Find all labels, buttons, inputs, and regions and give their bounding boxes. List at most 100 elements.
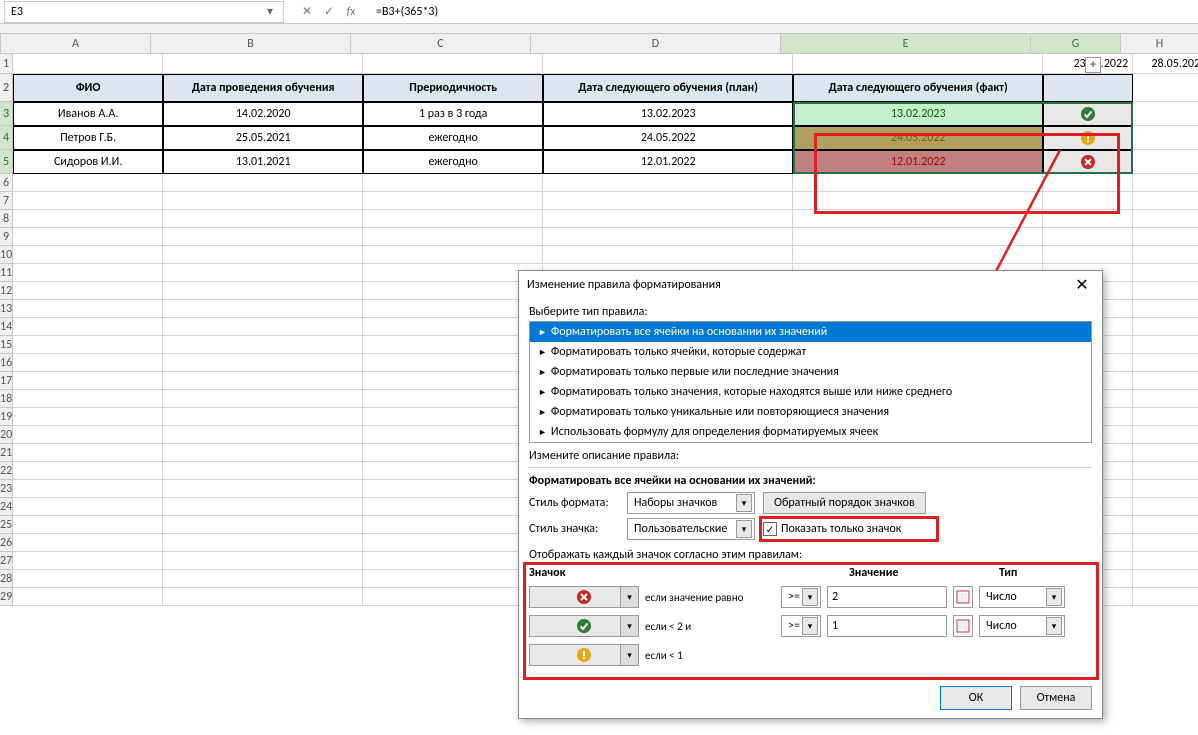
cell-C14[interactable] [363,318,543,336]
cell-B20[interactable] [163,426,363,444]
cell-A8[interactable] [13,210,163,228]
cell-A7[interactable] [13,192,163,210]
cell-C26[interactable] [363,534,543,552]
cell-E7[interactable] [793,192,1043,210]
row-header-9[interactable]: 9 [0,228,13,246]
rule-type-item[interactable]: ►Форматировать все ячейки на основании и… [530,322,1091,342]
cell-A26[interactable] [13,534,163,552]
cell-A29[interactable] [13,588,163,606]
cell-B1[interactable] [163,54,363,74]
name-box[interactable]: E3 ▾ [4,1,284,23]
cell-A4[interactable]: Петров Г.Б. [13,126,163,150]
cell-B10[interactable] [163,246,363,264]
cell-H27[interactable] [1133,552,1198,570]
cell-A11[interactable] [13,264,163,282]
cell-C21[interactable] [363,444,543,462]
cell-H28[interactable] [1133,570,1198,588]
cell-G10[interactable] [1043,246,1133,264]
cell-B21[interactable] [163,444,363,462]
value-input[interactable]: 2 [827,586,947,608]
cell-B9[interactable] [163,228,363,246]
cell-H6[interactable] [1133,174,1198,192]
cell-A22[interactable] [13,462,163,480]
row-header-13[interactable]: 13 [0,300,13,318]
cell-A27[interactable] [13,552,163,570]
cell-H13[interactable] [1133,300,1198,318]
cell-A21[interactable] [13,444,163,462]
value-input[interactable]: 1 [827,615,947,637]
cell-D9[interactable] [543,228,793,246]
cell-D7[interactable] [543,192,793,210]
cell-C13[interactable] [363,300,543,318]
row-header-8[interactable]: 8 [0,210,13,228]
cell-G5[interactable] [1043,150,1133,174]
row-header-29[interactable]: 29 [0,588,13,606]
chevron-down-icon[interactable]: ▾ [1046,617,1062,635]
row-header-19[interactable]: 19 [0,408,13,426]
cell-A19[interactable] [13,408,163,426]
cell-A16[interactable] [13,354,163,372]
cell-B12[interactable] [163,282,363,300]
cell-B24[interactable] [163,498,363,516]
cell-A6[interactable] [13,174,163,192]
cell-C20[interactable] [363,426,543,444]
cell-E5[interactable]: 12.01.2022 [793,150,1043,174]
cell-H16[interactable] [1133,354,1198,372]
cell-C28[interactable] [363,570,543,588]
cell-A3[interactable]: Иванов А.А. [13,102,163,126]
cell-H1[interactable]: 28.05.2022 [1133,54,1198,74]
cell-E8[interactable] [793,210,1043,228]
style-format-combo[interactable]: Наборы значков ▾ [627,492,755,514]
operator-combo[interactable]: >= ▾ [781,615,821,637]
chevron-down-icon[interactable]: ▾ [620,587,638,607]
range-picker-icon[interactable] [953,586,973,608]
ok-button[interactable]: ОК [940,686,1012,710]
cell-C27[interactable] [363,552,543,570]
cell-G4[interactable] [1043,126,1133,150]
cell-C22[interactable] [363,462,543,480]
cell-G3[interactable] [1043,102,1133,126]
row-header-16[interactable]: 16 [0,354,13,372]
cell-C15[interactable] [363,336,543,354]
cell-H11[interactable] [1133,264,1198,282]
cell-H2[interactable] [1133,74,1198,102]
cell-B14[interactable] [163,318,363,336]
cell-C12[interactable] [363,282,543,300]
cell-C4[interactable]: ежегодно [363,126,543,150]
col-header-B[interactable]: B [151,34,351,54]
cell-C6[interactable] [363,174,543,192]
cell-C3[interactable]: 1 раз в 3 года [363,102,543,126]
cell-B29[interactable] [163,588,363,606]
cell-D8[interactable] [543,210,793,228]
cell-A15[interactable] [13,336,163,354]
cell-A17[interactable] [13,372,163,390]
cell-C23[interactable] [363,480,543,498]
cell-C19[interactable] [363,408,543,426]
cell-A9[interactable] [13,228,163,246]
row-header-1[interactable]: 1 [0,54,13,74]
row-header-20[interactable]: 20 [0,426,13,444]
show-only-icon-checkbox[interactable]: ✓ Показать только значок [763,522,901,536]
row-header-27[interactable]: 27 [0,552,13,570]
cell-G6[interactable] [1043,174,1133,192]
cell-H5[interactable] [1133,150,1198,174]
cell-B26[interactable] [163,534,363,552]
cell-C25[interactable] [363,516,543,534]
cell-H18[interactable] [1133,390,1198,408]
fx-icon[interactable]: fx [340,1,362,23]
cell-B13[interactable] [163,300,363,318]
cell-D1[interactable] [543,54,793,74]
row-header-22[interactable]: 22 [0,462,13,480]
reverse-order-button[interactable]: Обратный порядок значков [763,492,926,514]
row-header-25[interactable]: 25 [0,516,13,534]
cell-E9[interactable] [793,228,1043,246]
cell-D6[interactable] [543,174,793,192]
cell-G9[interactable] [1043,228,1133,246]
col-header-E[interactable]: E [781,34,1031,54]
cell-B5[interactable]: 13.01.2021 [163,150,363,174]
cell-C7[interactable] [363,192,543,210]
row-header-26[interactable]: 26 [0,534,13,552]
row-header-4[interactable]: 4 [0,126,13,150]
cell-A2[interactable]: ФИО [13,74,163,102]
icon-style-combo[interactable]: Пользовательские ▾ [627,518,755,540]
